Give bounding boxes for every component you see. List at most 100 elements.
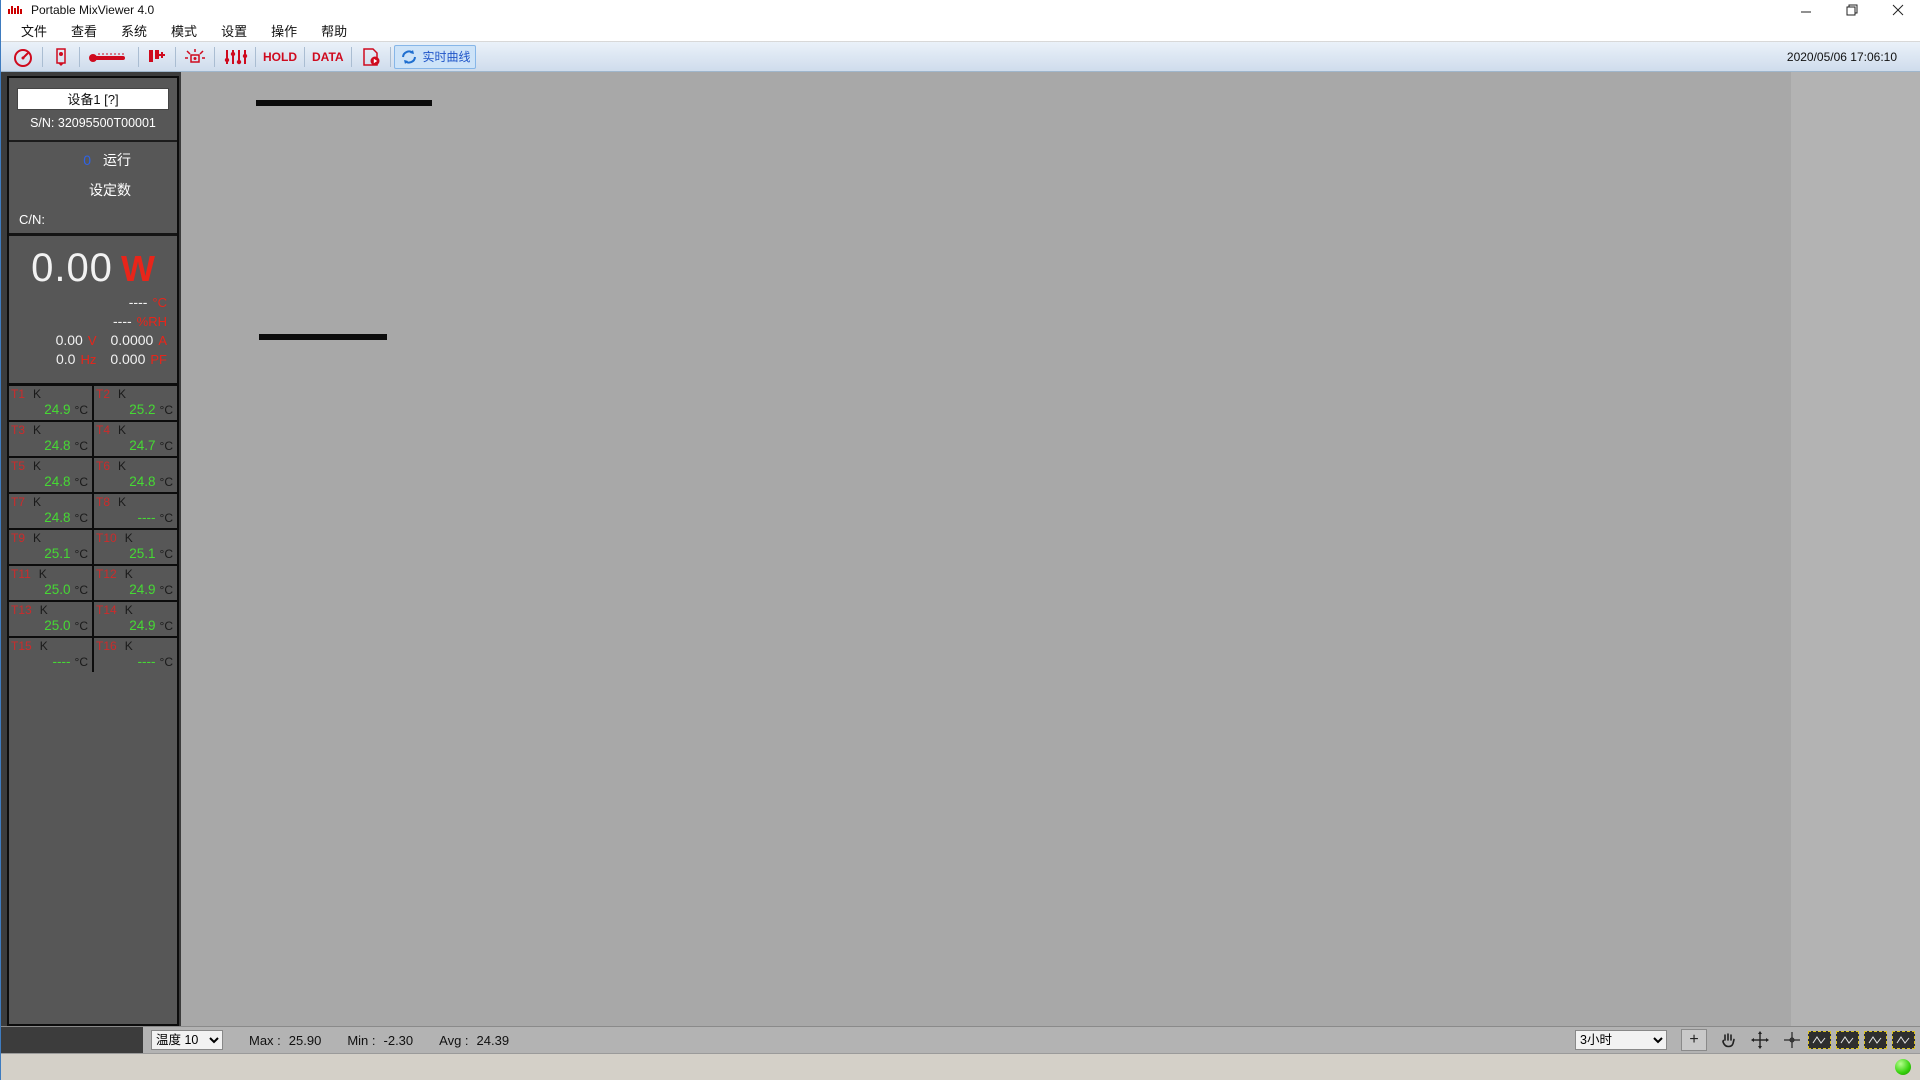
channel-id: T6 xyxy=(96,459,110,473)
close-button[interactable] xyxy=(1875,0,1920,20)
channel-value: 24.7 xyxy=(129,438,155,453)
channel-type: K xyxy=(125,531,133,545)
channel-value: 24.8 xyxy=(44,474,70,489)
voltage-add-button[interactable] xyxy=(142,45,172,69)
device-sidebar: 设备1 [?] S/N: 32095500T00001 0运行 设定数 C/N:… xyxy=(7,76,179,1026)
power-unit: W xyxy=(121,248,155,289)
frequency-unit: Hz xyxy=(80,352,96,367)
channel-id: T9 xyxy=(11,531,25,545)
current-unit: A xyxy=(158,333,167,348)
channel-id: T3 xyxy=(11,423,25,437)
channel-id: T8 xyxy=(96,495,110,509)
power-value: 0.00 xyxy=(31,246,113,290)
channels-button[interactable] xyxy=(218,45,252,69)
record-export-button[interactable] xyxy=(355,45,387,69)
chart-footer-bar: 温度 10 Max :25.90 Min :-2.30 Avg :24.39 3… xyxy=(1,1026,1920,1053)
pf-unit: PF xyxy=(150,352,167,367)
channel-value: 24.8 xyxy=(129,474,155,489)
channel-type: K xyxy=(33,495,41,509)
move-axes-icon[interactable] xyxy=(1749,1029,1771,1051)
toolbar-separator xyxy=(351,47,352,67)
top-chart-tooltip xyxy=(256,100,432,106)
channel-id: T15 xyxy=(11,639,32,653)
channel-unit: °C xyxy=(160,403,173,417)
channel-type: K xyxy=(33,387,41,401)
status-bar xyxy=(1,1053,1920,1080)
channel-value: 25.0 xyxy=(44,618,70,633)
channel-unit: °C xyxy=(75,475,88,489)
alarm-button[interactable] xyxy=(179,45,211,69)
ambient-rh-unit: %RH xyxy=(137,314,167,329)
temperature-chart[interactable] xyxy=(183,318,1790,1026)
menu-item-6[interactable]: 操作 xyxy=(259,19,309,42)
channel-cell-T2: T2K25.2°C xyxy=(94,386,177,420)
channel-unit: °C xyxy=(160,619,173,633)
channel-id: T11 xyxy=(11,567,31,581)
channel-id: T16 xyxy=(96,639,117,653)
restore-button[interactable] xyxy=(1829,0,1875,20)
channel-type: K xyxy=(125,603,133,617)
thermometer-button[interactable] xyxy=(83,45,135,69)
ambient-rh-value: ---- xyxy=(113,313,132,329)
channel-id: T2 xyxy=(96,387,110,401)
realtime-curve-button[interactable]: 实时曲线 xyxy=(394,45,476,69)
set-count-label: 设定数 xyxy=(19,180,167,200)
cn-label: C/N: xyxy=(19,212,167,227)
toolbar-separator xyxy=(304,47,305,67)
channel-cell-T7: T7K24.8°C xyxy=(9,494,92,528)
data-button[interactable]: DATA xyxy=(308,45,348,69)
ambient-temp-unit: °C xyxy=(152,295,167,310)
avg-label: Avg : xyxy=(439,1033,468,1048)
menu-item-3[interactable]: 系统 xyxy=(109,19,159,42)
channel-cell-T6: T6K24.8°C xyxy=(94,458,177,492)
zoom-preset-y-button[interactable] xyxy=(1864,1031,1887,1049)
channel-type: K xyxy=(125,639,133,653)
ambient-temp-value: ---- xyxy=(129,294,148,310)
channel-cell-T3: T3 K24.8 °C xyxy=(9,422,92,456)
channel-cell-T15: T15K----°C xyxy=(9,638,92,672)
channel-cell-T14: T14K24.9°C xyxy=(94,602,177,636)
channel-value: ---- xyxy=(138,510,156,525)
time-range-select[interactable]: 3小时 xyxy=(1575,1030,1667,1050)
channel-id: T14 xyxy=(96,603,117,617)
channel-unit: °C xyxy=(75,403,88,417)
toolbar-separator xyxy=(214,47,215,67)
window-title: Portable MixViewer 4.0 xyxy=(31,3,154,17)
toolbar: HOLD DATA 实时曲线 2020/05/06 17:06:10 xyxy=(1,42,1920,72)
channel-value: 24.8 xyxy=(44,438,70,453)
menu-item-5[interactable]: 设置 xyxy=(209,19,259,42)
max-value: 25.90 xyxy=(289,1033,322,1048)
zoom-preset-fit-button[interactable] xyxy=(1808,1031,1831,1049)
channel-cell-T11: T11K25.0°C xyxy=(9,566,92,600)
menu-item-2[interactable]: 查看 xyxy=(59,19,109,42)
menu-item-1[interactable]: 文件 xyxy=(9,19,59,42)
menu-item-4[interactable]: 模式 xyxy=(159,19,209,42)
hold-button[interactable]: HOLD xyxy=(259,45,301,69)
toolbar-separator xyxy=(175,47,176,67)
minimize-button[interactable] xyxy=(1783,0,1829,20)
crosshair-icon[interactable] xyxy=(1781,1029,1803,1051)
zoom-in-button[interactable]: + xyxy=(1681,1029,1707,1051)
footer-dark-corner xyxy=(1,1027,143,1054)
pan-hand-icon[interactable] xyxy=(1717,1029,1739,1051)
channel-type: K xyxy=(33,531,41,545)
channel-select[interactable]: 温度 10 xyxy=(151,1030,223,1050)
channel-cell-T9: T9K25.1°C xyxy=(9,530,92,564)
device-title[interactable]: 设备1 [?] xyxy=(17,88,169,110)
probe-button[interactable] xyxy=(46,45,76,69)
frequency-value: 0.0 xyxy=(56,351,75,367)
channel-value: ---- xyxy=(138,654,156,669)
menu-item-7[interactable]: 帮助 xyxy=(309,19,359,42)
channel-cell-T13: T13K25.0°C xyxy=(9,602,92,636)
zoom-preset-x-button[interactable] xyxy=(1836,1031,1859,1049)
zoom-preset-xy-button[interactable] xyxy=(1892,1031,1915,1049)
voltage-current-chart[interactable] xyxy=(183,72,1790,318)
channel-type: K xyxy=(33,423,41,437)
channel-value: 24.9 xyxy=(129,582,155,597)
meter-button[interactable] xyxy=(7,45,39,69)
channel-unit: °C xyxy=(160,655,173,669)
channel-unit: °C xyxy=(75,439,88,453)
channel-cell-T10: T10K25.1°C xyxy=(94,530,177,564)
channel-cell-T5: T5K24.8°C xyxy=(9,458,92,492)
title-bar: Portable MixViewer 4.0 xyxy=(1,0,1920,20)
